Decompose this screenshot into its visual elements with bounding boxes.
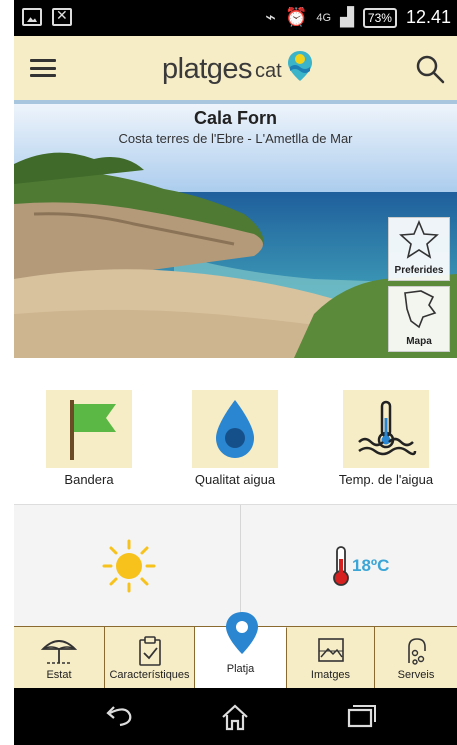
app-frame: ⌁ ⏰ 4G ▟ 73% 12.41 platges cat	[14, 0, 457, 745]
water-temperature-indicator[interactable]: Temp. de l'aigua	[331, 390, 441, 487]
air-temperature: 18ºC	[332, 545, 389, 587]
recent-apps-icon[interactable]	[344, 701, 378, 731]
weather-divider	[240, 505, 241, 627]
water-quality-label: Qualitat aigua	[194, 472, 276, 487]
temperature-value: 18ºC	[352, 556, 390, 575]
logo-suffix: cat	[255, 60, 282, 82]
map-region-icon	[404, 290, 437, 329]
app-header: platges cat	[14, 36, 457, 100]
flag-indicator-box	[46, 390, 132, 468]
beach-hero: Cala Forn Costa terres de l'Ebre - L'Ame…	[14, 104, 457, 358]
logo-pin-icon	[287, 51, 312, 81]
tab-estat[interactable]: Estat	[14, 627, 105, 689]
tab-caracteristiques[interactable]: Característiques	[105, 627, 195, 689]
logo-text: platges	[162, 53, 253, 85]
search-icon[interactable]	[415, 54, 445, 84]
favorites-label: Preferides	[394, 265, 444, 276]
beach-name: Cala Forn	[193, 108, 277, 128]
clock: 12.41	[405, 7, 451, 27]
tab-serveis-label: Serveis	[397, 669, 435, 681]
water-quality-indicator[interactable]: Qualitat aigua	[180, 390, 290, 487]
umbrella-icon	[40, 640, 78, 664]
map-label: Mapa	[406, 336, 432, 347]
flag-indicator[interactable]: Bandera	[34, 390, 144, 487]
flag-icon	[70, 400, 116, 460]
tab-estat-label: Estat	[46, 669, 72, 681]
weather-panel: 18ºC	[14, 504, 457, 627]
alarm-icon: ⏰	[284, 7, 308, 27]
beach-indicators: Bandera Qualitat aigua Temp. de l'aigua	[14, 358, 457, 504]
flag-label: Bandera	[64, 472, 114, 487]
water-quality-box	[192, 390, 278, 468]
mail-notification-icon	[52, 7, 72, 26]
tab-imatges-label: Imatges	[310, 669, 351, 681]
thermometer-icon	[333, 546, 349, 586]
menu-icon[interactable]	[30, 59, 56, 77]
status-bar: ⌁ ⏰ 4G ▟ 73% 12.41	[14, 0, 457, 36]
network-type: 4G	[316, 11, 332, 24]
app-logo: platges cat	[162, 50, 313, 86]
beach-location: Costa terres de l'Ebre - L'Ametlla de Ma…	[118, 131, 353, 146]
water-drop-icon	[216, 400, 254, 458]
favorites-button[interactable]: Preferides	[388, 217, 450, 281]
home-icon[interactable]	[219, 701, 251, 733]
star-icon	[399, 219, 439, 259]
image-icon	[317, 638, 344, 662]
sun-icon	[102, 539, 156, 593]
tab-serveis[interactable]: Serveis	[375, 627, 457, 689]
vibrate-icon: ⌁	[265, 7, 276, 27]
battery-indicator: 73%	[362, 7, 397, 28]
location-pin-icon	[226, 612, 258, 654]
clipboard-check-icon	[138, 636, 161, 666]
signal-icon: ▟	[340, 7, 354, 27]
back-icon[interactable]	[102, 701, 136, 731]
water-temperature-icon	[358, 400, 417, 456]
tab-platja-label: Platja	[226, 663, 255, 675]
water-temperature-box	[343, 390, 429, 468]
water-temperature-label: Temp. de l'aigua	[338, 472, 434, 487]
system-nav-bar	[14, 688, 457, 745]
tab-caracteristiques-label: Característiques	[109, 669, 190, 681]
tab-imatges[interactable]: Imatges	[287, 627, 375, 689]
gallery-notification-icon	[22, 8, 42, 26]
map-button[interactable]: Mapa	[388, 286, 450, 352]
services-icon	[408, 638, 426, 665]
